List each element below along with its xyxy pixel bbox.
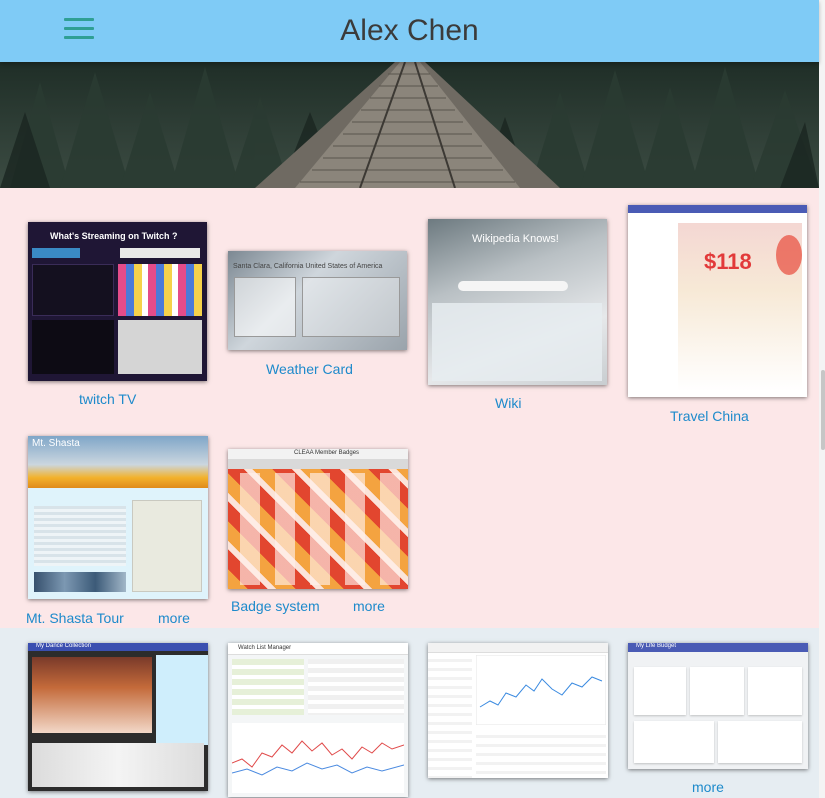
thumb-table-left xyxy=(428,653,472,778)
thumb-video xyxy=(32,657,152,733)
project-link-mt-shasta-tour[interactable]: Mt. Shasta Tour xyxy=(26,610,124,626)
thumb-caption: What's Streaming on Twitch ? xyxy=(50,231,178,241)
thumb-map xyxy=(132,500,202,592)
thumb-table-bottom xyxy=(476,729,606,775)
railway-bridge-illustration xyxy=(0,62,819,188)
thumb-tab xyxy=(32,248,80,258)
thumb-caption: Mt. Shasta xyxy=(32,438,80,449)
thumb-card-right xyxy=(302,277,400,337)
weather-card-thumbnail[interactable]: Santa Clara, California United States of… xyxy=(228,251,407,350)
thumb-price: $118 xyxy=(704,249,752,274)
thumb-sidebar xyxy=(632,221,674,331)
thumb-caption: My Life Budget xyxy=(636,643,677,649)
thumb-caption: CLEAA Member Badges xyxy=(294,450,360,456)
thumb-search xyxy=(120,248,200,258)
thumb-caption: My Dance Collection xyxy=(36,643,92,649)
twitch-tv-thumbnail[interactable]: What's Streaming on Twitch ? xyxy=(28,222,207,381)
hero-banner-image xyxy=(0,62,819,188)
thumb-stream-tile xyxy=(32,264,114,316)
thumb-text-block xyxy=(34,506,126,566)
thumb-search-bar xyxy=(458,281,568,291)
thumb-sidebar-list xyxy=(232,659,304,715)
thumb-photos-card xyxy=(718,721,802,763)
thumb-caption: Santa Clara, California United States of… xyxy=(233,263,383,270)
project-link-weather-card[interactable]: Weather Card xyxy=(266,361,353,377)
thumb-results xyxy=(432,303,602,381)
mt-shasta-thumbnail[interactable]: Mt. Shasta xyxy=(28,436,208,599)
thumb-passions-card xyxy=(748,667,802,715)
data-table-thumbnail[interactable] xyxy=(428,643,608,778)
thumb-toolbar xyxy=(228,459,408,469)
life-budget-thumbnail[interactable]: My Life Budget xyxy=(628,643,808,769)
thumb-playlist xyxy=(156,655,208,745)
thumb-leisure-card xyxy=(634,721,714,763)
wiki-thumbnail[interactable]: Wikipedia Knows! xyxy=(428,219,607,385)
scrollbar-thumb[interactable] xyxy=(821,370,825,450)
thumb-caption: Watch List Manager xyxy=(238,645,292,651)
thumb-card-left xyxy=(234,277,296,337)
thumb-badge-photos xyxy=(232,473,404,585)
dance-collection-thumbnail[interactable]: My Dance Collection xyxy=(28,643,208,791)
project-link-wiki[interactable]: Wiki xyxy=(495,395,521,411)
thumb-caption: Wikipedia Knows! xyxy=(472,233,559,245)
thumb-finances-card xyxy=(634,667,686,715)
thumb-health-card xyxy=(690,667,744,715)
thumb-table xyxy=(308,659,404,715)
thumb-photo-strip xyxy=(34,572,126,592)
project-link-twitch-tv[interactable]: twitch TV xyxy=(79,391,136,407)
thumb-video-strip xyxy=(32,743,204,787)
travel-china-thumbnail[interactable]: $118 xyxy=(628,205,807,397)
thumb-offline-tile xyxy=(118,320,202,374)
project-link-travel-china[interactable]: Travel China xyxy=(670,408,749,424)
thumb-line-chart xyxy=(476,655,606,725)
project-link-badge-system[interactable]: Badge system xyxy=(231,598,320,614)
thumb-stock-chart xyxy=(232,723,404,793)
top-app-bar: Alex Chen xyxy=(0,0,819,62)
more-link-row3[interactable]: more xyxy=(692,779,724,795)
thumb-flower xyxy=(776,235,802,275)
thumb-stream-tile xyxy=(118,264,202,316)
page-title: Alex Chen xyxy=(340,14,479,47)
badge-system-thumbnail[interactable]: CLEAA Member Badges xyxy=(228,449,408,589)
thumb-browser-bar xyxy=(628,205,807,213)
more-link-mt-shasta[interactable]: more xyxy=(158,610,190,626)
thumb-stream-tile xyxy=(32,320,114,374)
more-link-badge-system[interactable]: more xyxy=(353,598,385,614)
thumb-header xyxy=(428,643,608,653)
watch-list-thumbnail[interactable]: Watch List Manager xyxy=(228,643,408,797)
